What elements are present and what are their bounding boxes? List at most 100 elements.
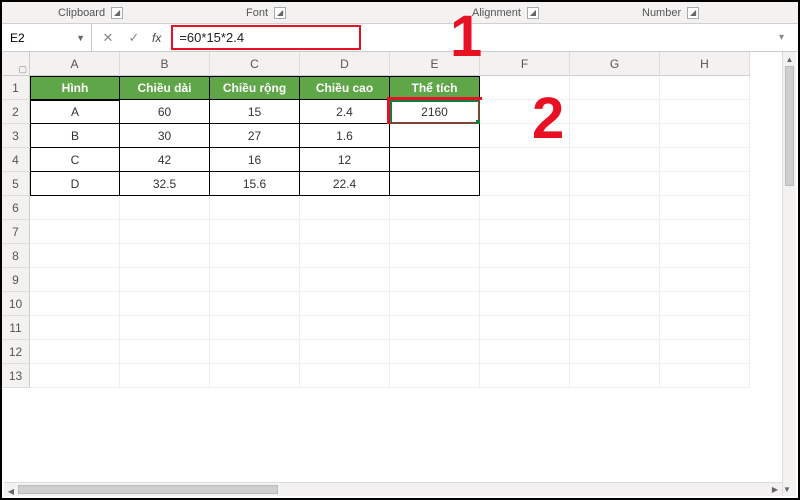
- column-header[interactable]: A: [30, 52, 120, 76]
- cell[interactable]: [570, 268, 660, 292]
- row-header[interactable]: 6: [2, 196, 30, 220]
- cell[interactable]: [120, 364, 210, 388]
- table-cell[interactable]: 2160: [390, 100, 480, 124]
- table-cell[interactable]: 1.6: [300, 124, 390, 148]
- cell[interactable]: [390, 196, 480, 220]
- scroll-down-icon[interactable]: ▼: [783, 482, 791, 496]
- cell[interactable]: [300, 268, 390, 292]
- table-cell[interactable]: B: [30, 124, 120, 148]
- cell[interactable]: [480, 196, 570, 220]
- cell[interactable]: [30, 292, 120, 316]
- table-cell[interactable]: [390, 172, 480, 196]
- cell[interactable]: [480, 340, 570, 364]
- table-header-cell[interactable]: Chiều cao: [300, 76, 390, 100]
- cell[interactable]: [120, 340, 210, 364]
- expand-formula-icon[interactable]: ▾: [779, 32, 790, 43]
- cell[interactable]: [660, 292, 750, 316]
- spreadsheet-grid[interactable]: ▢ABCDEFGH1HìnhChiều dàiChiều rộngChiều c…: [2, 52, 798, 388]
- cell[interactable]: [120, 268, 210, 292]
- cell[interactable]: [570, 316, 660, 340]
- cell[interactable]: [300, 292, 390, 316]
- column-header[interactable]: C: [210, 52, 300, 76]
- cell[interactable]: [480, 172, 570, 196]
- table-cell[interactable]: C: [30, 148, 120, 172]
- cancel-icon[interactable]: ✕: [100, 30, 116, 46]
- cell[interactable]: [480, 148, 570, 172]
- row-header[interactable]: 12: [2, 340, 30, 364]
- cell[interactable]: [300, 340, 390, 364]
- table-header-cell[interactable]: Thể tích: [390, 76, 480, 100]
- cell[interactable]: [30, 316, 120, 340]
- cell[interactable]: [480, 244, 570, 268]
- cell[interactable]: [120, 244, 210, 268]
- row-header[interactable]: 11: [2, 316, 30, 340]
- cell[interactable]: [120, 292, 210, 316]
- cell[interactable]: [30, 244, 120, 268]
- dialog-launcher-icon[interactable]: ◢: [527, 7, 539, 19]
- cell[interactable]: [300, 364, 390, 388]
- cell[interactable]: [210, 316, 300, 340]
- table-cell[interactable]: 15.6: [210, 172, 300, 196]
- cell[interactable]: [390, 268, 480, 292]
- cell[interactable]: [390, 292, 480, 316]
- cell[interactable]: [660, 340, 750, 364]
- row-header[interactable]: 10: [2, 292, 30, 316]
- column-header[interactable]: E: [390, 52, 480, 76]
- cell[interactable]: [300, 196, 390, 220]
- cell[interactable]: [120, 316, 210, 340]
- cell[interactable]: [30, 340, 120, 364]
- cell[interactable]: [390, 244, 480, 268]
- cell[interactable]: [390, 340, 480, 364]
- scroll-up-icon[interactable]: ▲: [783, 52, 796, 66]
- cell[interactable]: [660, 148, 750, 172]
- cell[interactable]: [300, 316, 390, 340]
- cell[interactable]: [30, 196, 120, 220]
- formula-input[interactable]: =60*15*2.4: [171, 25, 361, 50]
- cell[interactable]: [480, 124, 570, 148]
- cell[interactable]: [660, 364, 750, 388]
- cell[interactable]: [570, 148, 660, 172]
- select-all-corner[interactable]: ▢: [2, 52, 30, 76]
- table-cell[interactable]: 30: [120, 124, 210, 148]
- row-header[interactable]: 9: [2, 268, 30, 292]
- cell[interactable]: [30, 268, 120, 292]
- table-cell[interactable]: 15: [210, 100, 300, 124]
- row-header[interactable]: 4: [2, 148, 30, 172]
- cell[interactable]: [660, 196, 750, 220]
- table-cell[interactable]: 12: [300, 148, 390, 172]
- cell[interactable]: [480, 316, 570, 340]
- dialog-launcher-icon[interactable]: ◢: [687, 7, 699, 19]
- cell[interactable]: [480, 268, 570, 292]
- scroll-right-icon[interactable]: ▶: [768, 483, 782, 496]
- cell[interactable]: [210, 220, 300, 244]
- row-header[interactable]: 2: [2, 100, 30, 124]
- cell[interactable]: [570, 364, 660, 388]
- scrollbar-thumb[interactable]: [785, 66, 794, 186]
- cell[interactable]: [660, 244, 750, 268]
- cell[interactable]: [570, 124, 660, 148]
- row-header[interactable]: 7: [2, 220, 30, 244]
- table-cell[interactable]: 42: [120, 148, 210, 172]
- cell[interactable]: [570, 244, 660, 268]
- dialog-launcher-icon[interactable]: ◢: [111, 7, 123, 19]
- cell[interactable]: [570, 100, 660, 124]
- chevron-down-icon[interactable]: ▼: [76, 33, 85, 43]
- table-cell[interactable]: [390, 124, 480, 148]
- table-cell[interactable]: 60: [120, 100, 210, 124]
- table-cell[interactable]: 27: [210, 124, 300, 148]
- column-header[interactable]: F: [480, 52, 570, 76]
- cell[interactable]: [120, 196, 210, 220]
- cell[interactable]: [660, 268, 750, 292]
- cell[interactable]: [210, 244, 300, 268]
- cell[interactable]: [210, 364, 300, 388]
- table-cell[interactable]: D: [30, 172, 120, 196]
- row-header[interactable]: 5: [2, 172, 30, 196]
- scroll-left-icon[interactable]: ◀: [4, 485, 18, 498]
- cell[interactable]: [120, 220, 210, 244]
- cell[interactable]: [570, 220, 660, 244]
- cell[interactable]: [210, 340, 300, 364]
- dialog-launcher-icon[interactable]: ◢: [274, 7, 286, 19]
- table-cell[interactable]: [390, 148, 480, 172]
- name-box[interactable]: ▼: [2, 24, 92, 51]
- cell[interactable]: [570, 196, 660, 220]
